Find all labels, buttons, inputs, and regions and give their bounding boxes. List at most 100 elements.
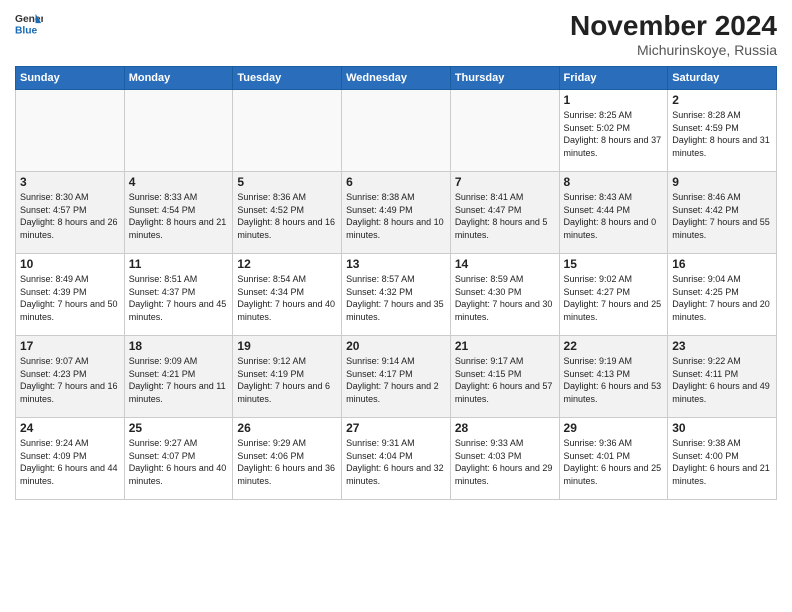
calendar-cell: 9 Sunrise: 8:46 AM Sunset: 4:42 PM Daylig…	[668, 172, 777, 254]
header-tuesday: Tuesday	[233, 67, 342, 90]
day-info: Sunrise: 8:51 AM Sunset: 4:37 PM Dayligh…	[129, 273, 229, 323]
day-number: 5	[237, 175, 337, 189]
calendar-cell: 15 Sunrise: 9:02 AM Sunset: 4:27 PM Dayli…	[559, 254, 668, 336]
day-number: 7	[455, 175, 555, 189]
header-saturday: Saturday	[668, 67, 777, 90]
day-number: 13	[346, 257, 446, 271]
day-info: Sunrise: 8:43 AM Sunset: 4:44 PM Dayligh…	[564, 191, 664, 241]
day-info: Sunrise: 8:25 AM Sunset: 5:02 PM Dayligh…	[564, 109, 664, 159]
day-number: 8	[564, 175, 664, 189]
calendar-cell	[342, 90, 451, 172]
day-info: Sunrise: 8:59 AM Sunset: 4:30 PM Dayligh…	[455, 273, 555, 323]
day-number: 14	[455, 257, 555, 271]
calendar-cell	[233, 90, 342, 172]
calendar-cell: 12Sunrise: 8:54 AM Sunset: 4:34 PM Dayli…	[233, 254, 342, 336]
calendar-cell: 10Sunrise: 8:49 AM Sunset: 4:39 PM Dayli…	[16, 254, 125, 336]
calendar-cell	[124, 90, 233, 172]
day-number: 29	[564, 421, 664, 435]
calendar-cell: 29 Sunrise: 9:36 AM Sunset: 4:01 PM Dayli…	[559, 418, 668, 500]
calendar-cell	[450, 90, 559, 172]
day-info: Sunrise: 9:36 AM Sunset: 4:01 PM Dayligh…	[564, 437, 664, 487]
calendar-cell: 16 Sunrise: 9:04 AM Sunset: 4:25 PM Dayli…	[668, 254, 777, 336]
header: General Blue November 2024 Michurinskoye…	[15, 10, 777, 58]
header-wednesday: Wednesday	[342, 67, 451, 90]
calendar-cell: 6 Sunrise: 8:38 AM Sunset: 4:49 PM Daylig…	[342, 172, 451, 254]
calendar-cell: 11Sunrise: 8:51 AM Sunset: 4:37 PM Dayli…	[124, 254, 233, 336]
day-info: Sunrise: 8:54 AM Sunset: 4:34 PM Dayligh…	[237, 273, 337, 323]
calendar-cell: 23 Sunrise: 9:22 AM Sunset: 4:11 PM Dayli…	[668, 336, 777, 418]
day-info: Sunrise: 9:12 AM Sunset: 4:19 PM Dayligh…	[237, 355, 337, 405]
day-info: Sunrise: 8:46 AM Sunset: 4:42 PM Dayligh…	[672, 191, 772, 241]
day-number: 3	[20, 175, 120, 189]
day-number: 4	[129, 175, 229, 189]
calendar-week-3: 10Sunrise: 8:49 AM Sunset: 4:39 PM Dayli…	[16, 254, 777, 336]
day-number: 21	[455, 339, 555, 353]
calendar-cell: 4 Sunrise: 8:33 AM Sunset: 4:54 PM Daylig…	[124, 172, 233, 254]
day-number: 6	[346, 175, 446, 189]
logo: General Blue	[15, 10, 43, 38]
calendar-cell: 8 Sunrise: 8:43 AM Sunset: 4:44 PM Daylig…	[559, 172, 668, 254]
calendar-cell: 7Sunrise: 8:41 AM Sunset: 4:47 PM Daylig…	[450, 172, 559, 254]
day-number: 18	[129, 339, 229, 353]
calendar-cell: 27 Sunrise: 9:31 AM Sunset: 4:04 PM Dayli…	[342, 418, 451, 500]
calendar-week-5: 24Sunrise: 9:24 AM Sunset: 4:09 PM Dayli…	[16, 418, 777, 500]
day-number: 30	[672, 421, 772, 435]
day-info: Sunrise: 8:33 AM Sunset: 4:54 PM Dayligh…	[129, 191, 229, 241]
day-info: Sunrise: 9:22 AM Sunset: 4:11 PM Dayligh…	[672, 355, 772, 405]
day-number: 26	[237, 421, 337, 435]
day-info: Sunrise: 9:14 AM Sunset: 4:17 PM Dayligh…	[346, 355, 446, 405]
day-info: Sunrise: 8:57 AM Sunset: 4:32 PM Dayligh…	[346, 273, 446, 323]
day-number: 15	[564, 257, 664, 271]
calendar-cell: 21 Sunrise: 9:17 AM Sunset: 4:15 PM Dayli…	[450, 336, 559, 418]
day-number: 19	[237, 339, 337, 353]
day-info: Sunrise: 8:28 AM Sunset: 4:59 PM Dayligh…	[672, 109, 772, 159]
title-block: November 2024 Michurinskoye, Russia	[570, 10, 777, 58]
location: Michurinskoye, Russia	[570, 42, 777, 58]
main-container: General Blue November 2024 Michurinskoye…	[0, 0, 792, 505]
header-monday: Monday	[124, 67, 233, 90]
logo-icon: General Blue	[15, 10, 43, 38]
day-info: Sunrise: 9:33 AM Sunset: 4:03 PM Dayligh…	[455, 437, 555, 487]
month-title: November 2024	[570, 10, 777, 42]
calendar-cell: 2Sunrise: 8:28 AM Sunset: 4:59 PM Daylig…	[668, 90, 777, 172]
day-number: 9	[672, 175, 772, 189]
calendar-cell: 22 Sunrise: 9:19 AM Sunset: 4:13 PM Dayli…	[559, 336, 668, 418]
day-info: Sunrise: 8:36 AM Sunset: 4:52 PM Dayligh…	[237, 191, 337, 241]
day-number: 27	[346, 421, 446, 435]
calendar-cell: 5 Sunrise: 8:36 AM Sunset: 4:52 PM Daylig…	[233, 172, 342, 254]
calendar-cell: 19 Sunrise: 9:12 AM Sunset: 4:19 PM Dayli…	[233, 336, 342, 418]
day-info: Sunrise: 9:19 AM Sunset: 4:13 PM Dayligh…	[564, 355, 664, 405]
calendar-week-1: 1Sunrise: 8:25 AM Sunset: 5:02 PM Daylig…	[16, 90, 777, 172]
day-number: 20	[346, 339, 446, 353]
day-info: Sunrise: 9:17 AM Sunset: 4:15 PM Dayligh…	[455, 355, 555, 405]
svg-text:Blue: Blue	[15, 25, 38, 36]
header-sunday: Sunday	[16, 67, 125, 90]
calendar: Sunday Monday Tuesday Wednesday Thursday…	[15, 66, 777, 500]
calendar-cell: 13 Sunrise: 8:57 AM Sunset: 4:32 PM Dayli…	[342, 254, 451, 336]
calendar-cell: 26Sunrise: 9:29 AM Sunset: 4:06 PM Dayli…	[233, 418, 342, 500]
calendar-cell: 14 Sunrise: 8:59 AM Sunset: 4:30 PM Dayli…	[450, 254, 559, 336]
day-number: 22	[564, 339, 664, 353]
calendar-week-4: 17Sunrise: 9:07 AM Sunset: 4:23 PM Dayli…	[16, 336, 777, 418]
calendar-cell: 28Sunrise: 9:33 AM Sunset: 4:03 PM Dayli…	[450, 418, 559, 500]
day-info: Sunrise: 8:38 AM Sunset: 4:49 PM Dayligh…	[346, 191, 446, 241]
calendar-cell: 18 Sunrise: 9:09 AM Sunset: 4:21 PM Dayli…	[124, 336, 233, 418]
day-info: Sunrise: 9:09 AM Sunset: 4:21 PM Dayligh…	[129, 355, 229, 405]
day-number: 25	[129, 421, 229, 435]
calendar-cell: 20 Sunrise: 9:14 AM Sunset: 4:17 PM Dayli…	[342, 336, 451, 418]
calendar-cell: 24Sunrise: 9:24 AM Sunset: 4:09 PM Dayli…	[16, 418, 125, 500]
day-info: Sunrise: 9:27 AM Sunset: 4:07 PM Dayligh…	[129, 437, 229, 487]
day-info: Sunrise: 9:31 AM Sunset: 4:04 PM Dayligh…	[346, 437, 446, 487]
day-number: 16	[672, 257, 772, 271]
calendar-cell: 3Sunrise: 8:30 AM Sunset: 4:57 PM Daylig…	[16, 172, 125, 254]
header-thursday: Thursday	[450, 67, 559, 90]
day-info: Sunrise: 9:38 AM Sunset: 4:00 PM Dayligh…	[672, 437, 772, 487]
calendar-week-2: 3Sunrise: 8:30 AM Sunset: 4:57 PM Daylig…	[16, 172, 777, 254]
day-number: 23	[672, 339, 772, 353]
day-number: 10	[20, 257, 120, 271]
day-info: Sunrise: 9:04 AM Sunset: 4:25 PM Dayligh…	[672, 273, 772, 323]
day-info: Sunrise: 9:07 AM Sunset: 4:23 PM Dayligh…	[20, 355, 120, 405]
day-info: Sunrise: 9:02 AM Sunset: 4:27 PM Dayligh…	[564, 273, 664, 323]
calendar-cell: 1Sunrise: 8:25 AM Sunset: 5:02 PM Daylig…	[559, 90, 668, 172]
calendar-cell: 25 Sunrise: 9:27 AM Sunset: 4:07 PM Dayli…	[124, 418, 233, 500]
